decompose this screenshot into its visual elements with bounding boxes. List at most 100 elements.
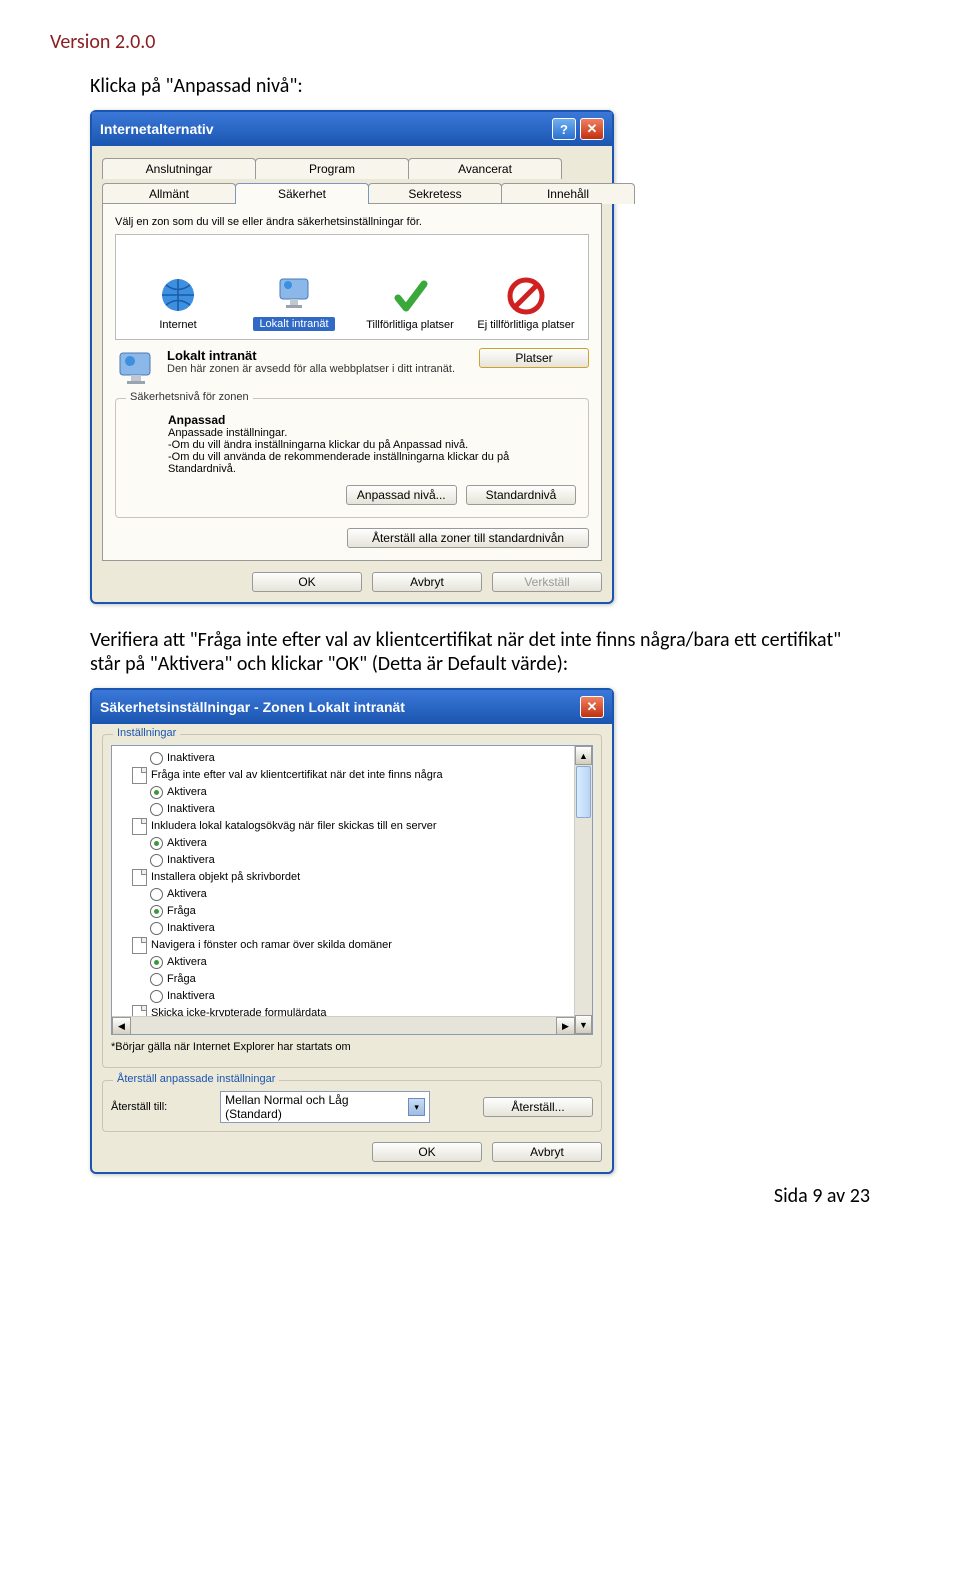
cancel-button[interactable]: Avbryt	[372, 572, 482, 592]
tab-innehall[interactable]: Innehåll	[501, 183, 635, 204]
tree-radio-option[interactable]: Fråga	[114, 971, 590, 988]
security-cancel-button[interactable]: Avbryt	[492, 1142, 602, 1162]
tree-node: Inkludera lokal katalogsökväg när filer …	[114, 818, 590, 835]
tree-radio-option[interactable]: Inaktivera	[114, 988, 590, 1005]
tree-radio-option[interactable]: Aktivera	[114, 886, 590, 903]
close-icon[interactable]: ✕	[580, 696, 604, 718]
security-level-legend: Säkerhetsnivå för zonen	[126, 391, 253, 403]
page-footer: Sida 9 av 23	[774, 1184, 870, 1208]
level-line-1: Anpassade inställningar.	[168, 427, 576, 439]
radio-icon[interactable]	[150, 973, 163, 986]
tree-item-label: Fråga	[167, 971, 196, 988]
reset-to-combo[interactable]: Mellan Normal och Låg (Standard) ▾	[220, 1091, 430, 1123]
zone-trusted[interactable]: Tillförlitliga platser	[354, 272, 466, 335]
radio-icon[interactable]	[150, 786, 163, 799]
settings-groupbox: Inställningar InaktiveraFråga inte efter…	[102, 734, 602, 1068]
zone-label-trusted: Tillförlitliga platser	[366, 320, 454, 331]
horizontal-scrollbar[interactable]: ◀ ▶	[112, 1016, 575, 1034]
close-icon[interactable]: ✕	[580, 118, 604, 140]
scroll-left-icon[interactable]: ◀	[112, 1017, 131, 1035]
scroll-thumb[interactable]	[576, 766, 591, 818]
tree-item-label: Fråga	[167, 903, 196, 920]
reset-to-label: Återställ till:	[111, 1101, 167, 1113]
tree-item-label: Inaktivera	[167, 852, 215, 869]
checkmark-icon	[390, 276, 430, 316]
help-icon[interactable]: ?	[552, 118, 576, 140]
radio-icon[interactable]	[150, 905, 163, 918]
tab-program[interactable]: Program	[255, 158, 409, 179]
security-ok-button[interactable]: OK	[372, 1142, 482, 1162]
page-icon	[132, 767, 147, 784]
zone-intranet[interactable]: Lokalt intranät	[238, 269, 350, 335]
radio-icon[interactable]	[150, 837, 163, 850]
tree-item-label: Fråga inte efter val av klientcertifikat…	[151, 767, 443, 784]
tabs-front-row: Allmänt Säkerhet Sekretess Innehåll	[102, 183, 602, 204]
tab-allmant[interactable]: Allmänt	[102, 183, 236, 204]
level-title: Anpassad	[168, 413, 576, 427]
globe-icon	[158, 275, 198, 315]
tree-radio-option[interactable]: Inaktivera	[114, 750, 590, 767]
zone-label-internet: Internet	[159, 319, 196, 331]
monitor-icon	[274, 273, 314, 313]
tab-sekretess[interactable]: Sekretess	[368, 183, 502, 204]
instruction-1: Klicka på "Anpassad nivå":	[90, 74, 870, 98]
tree-item-label: Aktivera	[167, 886, 207, 903]
tree-item-label: Inaktivera	[167, 920, 215, 937]
internet-options-dialog: Internetalternativ ? ✕ Anslutningar Prog…	[90, 110, 614, 604]
settings-tree[interactable]: InaktiveraFråga inte efter val av klient…	[111, 745, 593, 1035]
no-entry-icon	[506, 276, 546, 316]
tab-avancerat[interactable]: Avancerat	[408, 158, 562, 179]
tree-item-label: Navigera i fönster och ramar över skilda…	[151, 937, 392, 954]
radio-icon[interactable]	[150, 990, 163, 1003]
tree-radio-option[interactable]: Inaktivera	[114, 801, 590, 818]
page-icon	[132, 937, 147, 954]
instruction-2: Verifiera att "Fråga inte efter val av k…	[90, 628, 870, 676]
security-level-groupbox: Säkerhetsnivå för zonen Anpassad Anpassa…	[115, 398, 589, 518]
page-icon	[132, 869, 147, 886]
radio-icon[interactable]	[150, 803, 163, 816]
scroll-up-icon[interactable]: ▲	[575, 746, 592, 765]
zone-picker: Internet Lokalt intranät Tillförlitliga …	[115, 234, 589, 340]
tree-node: Installera objekt på skrivbordet	[114, 869, 590, 886]
zone-restricted[interactable]: Ej tillförlitliga platser	[470, 272, 582, 335]
radio-icon[interactable]	[150, 752, 163, 765]
tree-node: Navigera i fönster och ramar över skilda…	[114, 937, 590, 954]
places-button[interactable]: Platser	[479, 348, 589, 368]
reset-groupbox: Återställ anpassade inställningar Återst…	[102, 1080, 602, 1132]
tab-sakerhet[interactable]: Säkerhet	[235, 183, 369, 204]
tree-radio-option[interactable]: Fråga	[114, 903, 590, 920]
tree-radio-option[interactable]: Inaktivera	[114, 920, 590, 937]
scroll-right-icon[interactable]: ▶	[556, 1017, 575, 1035]
zone-name-heading: Lokalt intranät	[167, 348, 469, 363]
tab-anslutningar[interactable]: Anslutningar	[102, 158, 256, 179]
tree-item-label: Inaktivera	[167, 801, 215, 818]
vertical-scrollbar[interactable]: ▲ ▼	[574, 746, 592, 1034]
radio-icon[interactable]	[150, 888, 163, 901]
zone-label-restricted: Ej tillförlitliga platser	[477, 320, 574, 331]
tree-item-label: Inkludera lokal katalogsökväg när filer …	[151, 818, 437, 835]
tree-radio-option[interactable]: Aktivera	[114, 954, 590, 971]
tree-radio-option[interactable]: Inaktivera	[114, 852, 590, 869]
tree-item-label: Inaktivera	[167, 988, 215, 1005]
chevron-down-icon[interactable]: ▾	[408, 1098, 425, 1116]
security-settings-dialog: Säkerhetsinställningar - Zonen Lokalt in…	[90, 688, 614, 1174]
standard-level-button[interactable]: Standardnivå	[466, 485, 576, 505]
radio-icon[interactable]	[150, 922, 163, 935]
tab-panel-security: Välj en zon som du vill se eller ändra s…	[102, 203, 602, 561]
radio-icon[interactable]	[150, 956, 163, 969]
security-dialog-title-text: Säkerhetsinställningar - Zonen Lokalt in…	[100, 699, 405, 715]
ok-button[interactable]: OK	[252, 572, 362, 592]
reset-button[interactable]: Återställ...	[483, 1097, 593, 1117]
settings-legend: Inställningar	[113, 727, 180, 739]
tree-radio-option[interactable]: Aktivera	[114, 784, 590, 801]
security-dialog-titlebar: Säkerhetsinställningar - Zonen Lokalt in…	[92, 690, 612, 724]
tree-radio-option[interactable]: Aktivera	[114, 835, 590, 852]
reset-all-zones-button[interactable]: Återställ alla zoner till standardnivån	[347, 528, 589, 548]
reset-to-value: Mellan Normal och Låg (Standard)	[225, 1093, 408, 1121]
tree-node: Fråga inte efter val av klientcertifikat…	[114, 767, 590, 784]
radio-icon[interactable]	[150, 854, 163, 867]
zone-internet[interactable]: Internet	[122, 271, 234, 335]
dialog-title-text: Internetalternativ	[100, 121, 214, 137]
custom-level-button[interactable]: Anpassad nivå...	[346, 485, 457, 505]
tree-item-label: Inaktivera	[167, 750, 215, 767]
